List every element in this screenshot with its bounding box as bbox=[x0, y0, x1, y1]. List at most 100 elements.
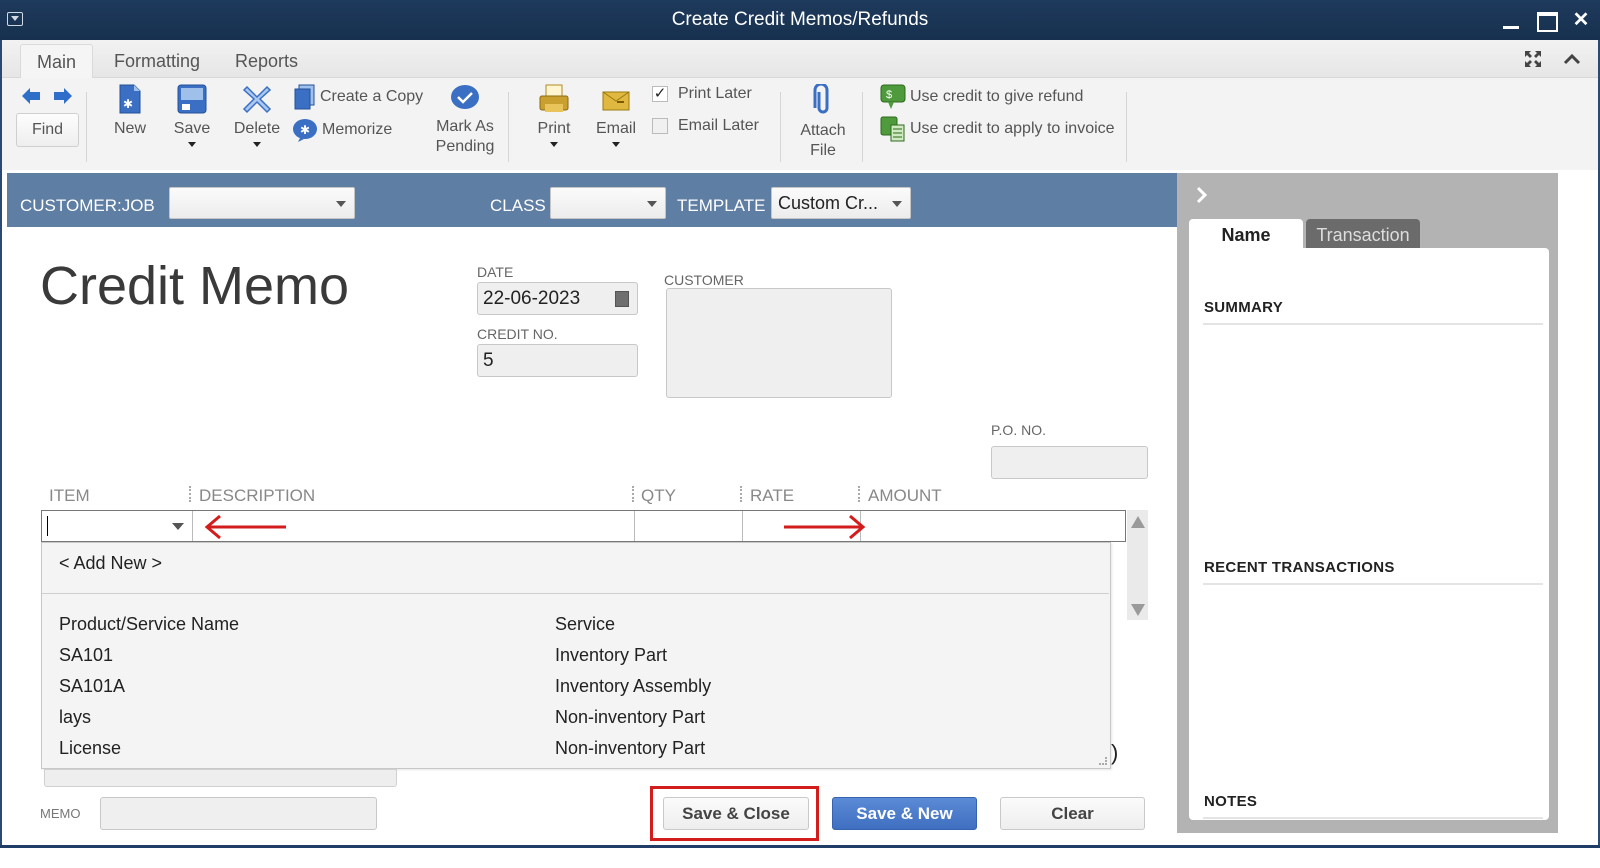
create-copy-button[interactable]: Create a Copy bbox=[294, 84, 423, 110]
side-tab-name[interactable]: Name bbox=[1189, 219, 1303, 251]
find-button[interactable]: Find bbox=[16, 113, 79, 147]
side-panel-content: SUMMARY RECENT TRANSACTIONS NOTES bbox=[1189, 248, 1549, 820]
cell-divider bbox=[192, 511, 193, 541]
new-document-icon: ✱ bbox=[119, 84, 141, 114]
side-tab-transaction[interactable]: Transaction bbox=[1306, 219, 1420, 251]
customer-message-field[interactable] bbox=[44, 769, 397, 787]
cell-divider bbox=[634, 511, 635, 541]
dropdown-item-option[interactable]: SA101A Inventory Assembly bbox=[59, 671, 1099, 702]
delete-dropdown-caret[interactable] bbox=[253, 142, 261, 147]
annotation-right-arrow-icon bbox=[784, 514, 866, 540]
po-no-field[interactable] bbox=[991, 446, 1148, 479]
email-button[interactable]: Email bbox=[594, 84, 638, 147]
dropdown-item-option[interactable]: lays Non-inventory Part bbox=[59, 702, 1099, 733]
ribbon-divider bbox=[780, 92, 781, 162]
title-bar: Create Credit Memos/Refunds ✕ bbox=[0, 0, 1600, 40]
expand-window-icon[interactable] bbox=[1524, 50, 1542, 68]
section-divider bbox=[1203, 583, 1543, 585]
close-button[interactable]: ✕ bbox=[1568, 8, 1594, 32]
chevron-down-icon bbox=[892, 201, 902, 207]
cell-divider bbox=[742, 511, 743, 541]
svg-text:$: $ bbox=[886, 89, 892, 101]
date-field[interactable]: 22-06-2023 bbox=[477, 282, 638, 315]
template-label: TEMPLATE bbox=[677, 196, 766, 215]
save-dropdown-caret[interactable] bbox=[188, 142, 196, 147]
next-arrow-icon[interactable] bbox=[54, 88, 72, 104]
memo-field[interactable] bbox=[100, 797, 377, 830]
customer-address-box[interactable] bbox=[666, 288, 892, 398]
item-dropdown-caret-icon[interactable] bbox=[172, 523, 184, 530]
calendar-icon[interactable] bbox=[615, 291, 629, 307]
add-new-item-option[interactable]: < Add New > bbox=[59, 553, 162, 574]
ribbon-divider bbox=[86, 92, 87, 162]
tab-main[interactable]: Main bbox=[20, 44, 94, 78]
resize-grip-icon[interactable] bbox=[1099, 757, 1107, 765]
new-button[interactable]: ✱ New bbox=[110, 84, 150, 139]
delete-button[interactable]: Delete bbox=[231, 84, 283, 147]
email-later-check-icon[interactable] bbox=[652, 118, 668, 134]
use-credit-refund-button[interactable]: $ Use credit to give refund bbox=[880, 84, 1083, 110]
chevron-right-icon[interactable] bbox=[1195, 185, 1209, 205]
attach-file-button[interactable]: Attach File bbox=[796, 82, 850, 161]
credit-no-field[interactable]: 5 bbox=[477, 344, 638, 377]
notes-heading: NOTES bbox=[1204, 793, 1258, 810]
customer-label: CUSTOMER bbox=[664, 272, 744, 288]
dropdown-item-option[interactable]: SA101 Inventory Part bbox=[59, 640, 1099, 671]
save-and-new-button[interactable]: Save & New bbox=[832, 797, 977, 830]
print-later-checkbox[interactable]: ✓ Print Later bbox=[652, 85, 752, 103]
email-envelope-icon bbox=[602, 91, 630, 111]
chevron-down-icon bbox=[336, 201, 346, 207]
column-divider[interactable] bbox=[740, 486, 742, 502]
customer-job-dropdown[interactable] bbox=[169, 187, 355, 219]
ribbon-tab-bar: Main Formatting Reports bbox=[2, 40, 1598, 78]
use-credit-invoice-button[interactable]: Use credit to apply to invoice bbox=[880, 116, 1115, 142]
clear-button[interactable]: Clear bbox=[1000, 797, 1145, 830]
po-no-label: P.O. NO. bbox=[991, 422, 1046, 438]
column-header-rate: RATE bbox=[750, 486, 795, 505]
column-divider[interactable] bbox=[632, 486, 634, 502]
print-button[interactable]: Print bbox=[534, 84, 574, 147]
tab-reports[interactable]: Reports bbox=[219, 44, 314, 78]
svg-text:✱: ✱ bbox=[123, 97, 133, 111]
collapse-ribbon-icon[interactable] bbox=[1563, 50, 1581, 68]
save-disk-icon bbox=[177, 84, 207, 114]
summary-heading: SUMMARY bbox=[1204, 299, 1284, 316]
template-dropdown[interactable]: Custom Cr... bbox=[771, 187, 911, 219]
ribbon-divider bbox=[508, 92, 509, 162]
column-header-description: DESCRIPTION bbox=[199, 486, 316, 505]
print-dropdown-caret[interactable] bbox=[550, 142, 558, 147]
dropdown-item-option[interactable]: License Non-inventory Part bbox=[59, 733, 1099, 764]
ribbon-toolbar: Find ✱ New Save Delete Create a Copy ✱ M… bbox=[2, 78, 1598, 170]
form-title: Credit Memo bbox=[40, 256, 350, 316]
column-divider[interactable] bbox=[858, 486, 860, 502]
memorize-button[interactable]: ✱ Memorize bbox=[292, 118, 392, 142]
scroll-down-arrow-icon[interactable] bbox=[1131, 604, 1145, 616]
pending-check-icon bbox=[451, 85, 479, 109]
save-and-close-button[interactable]: Save & Close bbox=[663, 797, 809, 830]
class-dropdown[interactable] bbox=[550, 187, 666, 219]
apply-invoice-icon bbox=[880, 116, 905, 142]
total-amount-partial: ) bbox=[1111, 740, 1119, 765]
mark-as-pending-button[interactable]: Mark As Pending bbox=[430, 84, 500, 157]
background-below-window bbox=[0, 848, 1600, 868]
column-header-qty: QTY bbox=[641, 486, 676, 505]
customer-job-label: CUSTOMER:JOB bbox=[20, 196, 155, 215]
refund-icon: $ bbox=[880, 84, 906, 109]
delete-x-icon bbox=[242, 85, 272, 114]
date-label: DATE bbox=[477, 264, 514, 280]
dropdown-divider bbox=[42, 593, 1109, 594]
column-header-item: ITEM bbox=[49, 486, 90, 505]
email-dropdown-caret[interactable] bbox=[612, 142, 620, 147]
recent-transactions-heading: RECENT TRANSACTIONS bbox=[1204, 559, 1395, 576]
email-later-checkbox[interactable]: Email Later bbox=[652, 117, 759, 135]
grid-scrollbar[interactable] bbox=[1127, 510, 1148, 620]
previous-arrow-icon[interactable] bbox=[22, 88, 40, 104]
item-dropdown-list[interactable]: < Add New > Product/Service Name Service… bbox=[41, 542, 1111, 769]
column-divider[interactable] bbox=[189, 486, 191, 502]
printer-icon bbox=[539, 84, 569, 112]
save-button[interactable]: Save bbox=[171, 84, 213, 147]
print-later-check-icon[interactable]: ✓ bbox=[652, 86, 668, 102]
tab-formatting[interactable]: Formatting bbox=[98, 44, 216, 78]
section-divider bbox=[1203, 817, 1543, 819]
scroll-up-arrow-icon[interactable] bbox=[1131, 516, 1145, 528]
